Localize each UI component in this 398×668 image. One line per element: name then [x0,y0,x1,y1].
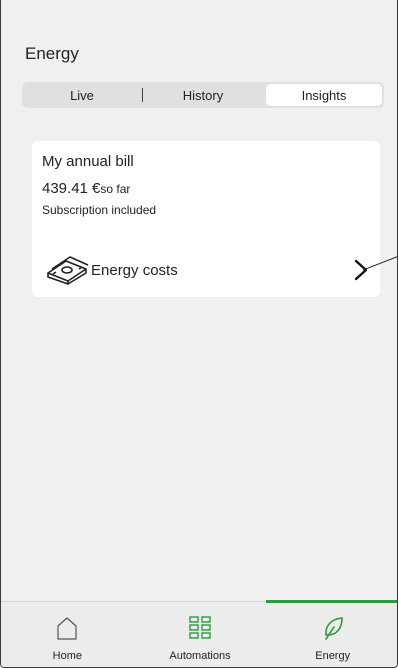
energy-costs-label: Energy costs [91,262,178,279]
page-title: Energy [25,44,79,63]
active-tab-indicator [266,600,397,603]
annual-bill-card: My annual bill 439.41 €so far Subscripti… [32,141,380,297]
energy-costs-row[interactable]: Energy costs [32,247,380,291]
segment-live-label: Live [70,87,94,103]
view-segmented-control: Live History Insights [22,82,384,108]
grid-icon [189,616,211,639]
tab-home[interactable]: Home [1,602,134,667]
tab-energy-label: Energy [315,650,351,662]
tab-energy[interactable]: Energy [266,600,397,667]
segment-insights[interactable]: Insights [266,84,382,106]
tab-automations-label: Automations [169,650,231,662]
phone-screen: Energy Live History Insights My annual b… [0,0,398,668]
tab-home-label: Home [52,650,82,662]
segment-history-label: History [182,87,224,103]
bill-amount-suffix: so far [100,182,131,196]
callout-line [362,256,397,271]
card-title: My annual bill [42,153,134,170]
money-icon [47,256,89,285]
segment-divider [142,88,143,102]
card-subtitle: Subscription included [42,203,157,217]
home-icon [57,617,77,640]
tab-automations[interactable]: Automations [134,602,267,667]
segment-insights-label: Insights [301,87,347,103]
bottom-tab-bar: Home Automations Energy [1,600,397,667]
segment-live[interactable]: Live [24,84,140,106]
bill-amount-value: 439.41 € [42,180,101,197]
bill-amount: 439.41 €so far [42,180,130,197]
leaf-icon [324,617,343,640]
segment-history[interactable]: History [145,84,261,106]
